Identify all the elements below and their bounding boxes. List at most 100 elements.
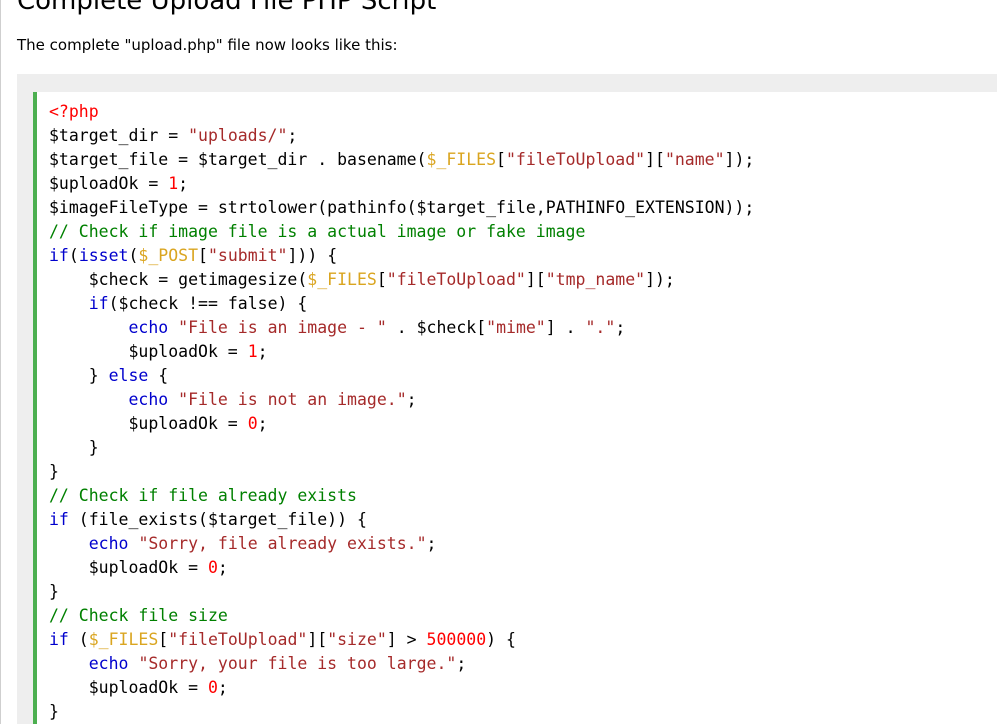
code-token-code-text: ( [68,630,89,649]
code-token-string-literal: "File is not an image." [178,390,407,409]
intro-text: The complete "upload.php" file now looks… [17,36,398,54]
code-token-code-text [49,534,89,553]
code-token-string-literal: "fileToUpload" [168,630,308,649]
code-token-string-literal: "." [585,318,616,337]
code-token-code-text [168,318,178,337]
code-line: $uploadOk = 0; [49,676,754,700]
code-token-code-text: $target_dir = [49,126,189,145]
code-token-code-text [49,294,89,313]
code-token-code-text: [ [496,150,506,169]
code-token-number-literal: 0 [247,414,258,433]
code-token-comment: // Check file size [49,606,228,625]
code-line: echo "Sorry, your file is too large."; [49,652,754,676]
code-line: $uploadOk = 0; [49,556,754,580]
code-token-comment: // Check if file already exists [49,486,357,505]
code-line: echo "File is an image - " . $check["mim… [49,316,754,340]
code-line: if (file_exists($target_file)) { [49,508,754,532]
code-token-keyword: echo [88,534,129,553]
code-token-code-text: ; [217,558,228,577]
code-line: if($check !== false) { [49,292,754,316]
code-line: $imageFileType = strtolower(pathinfo($ta… [49,196,754,220]
code-token-superglobal: $_POST [138,246,199,265]
code-token-code-text: ; [178,174,189,193]
code-token-code-text: ] . [545,318,586,337]
code-token-code-text: ]); [724,150,755,169]
code-block: <?php $target_dir = "uploads/"; $target_fi… [33,92,997,724]
page: Complete Upload File PHP Script The comp… [0,0,997,724]
code-token-code-text: $uploadOk = [49,558,208,577]
code-token-string-literal: "Sorry, your file is too large." [138,654,457,673]
code-token-code-text: ; [406,390,417,409]
code-token-keyword: if [49,510,69,529]
code-token-number-literal: 0 [207,558,218,577]
code-token-keyword: if [49,630,69,649]
code-token-code-text: [ [158,630,169,649]
code-token-code-text: ; [615,318,626,337]
code-token-code-text: ; [257,342,268,361]
code-token-keyword: echo [128,390,169,409]
code-token-superglobal: $_FILES [426,150,497,169]
code-line: <?php [49,100,754,124]
code-line: $target_file = $target_dir . basename($_… [49,148,754,172]
code-token-code-text [49,390,128,409]
code-token-code-text [168,390,178,409]
code-token-string-literal: "fileToUpload" [505,150,646,169]
code-token-code-text: ] > [386,630,427,649]
code-listing: <?php $target_dir = "uploads/"; $target_fi… [49,100,754,724]
code-token-keyword: else [108,366,149,385]
code-token-string-literal: "mime" [486,318,546,337]
code-token-code-text: (file_exists($target_file)) { [68,510,367,529]
code-token-code-text: $imageFileType = strtolower(pathinfo($ta… [49,198,755,217]
code-token-code-text [49,318,128,337]
code-token-code-text: $uploadOk = [49,678,208,697]
code-token-code-text: } [49,366,109,385]
code-token-code-text: . $check[ [386,318,487,337]
code-token-code-text: ][ [645,150,665,169]
code-line: } [49,580,754,604]
code-token-code-text [49,654,89,673]
code-token-code-text: ( [68,246,79,265]
code-token-number-literal: 1 [168,174,179,193]
code-token-string-literal: "fileToUpload" [386,270,526,289]
code-token-code-text: ; [287,126,298,145]
code-token-code-text [129,654,139,673]
code-token-string-literal: "uploads/" [188,126,288,145]
left-border [0,0,1,724]
code-token-code-text: [ [376,270,387,289]
code-line: // Check if file already exists [49,484,754,508]
code-token-code-text: ][ [307,630,328,649]
code-token-string-literal: "submit" [207,246,288,265]
code-token-string-literal: "tmp_name" [545,270,646,289]
code-token-keyword: echo [88,654,129,673]
code-token-code-text: ; [257,414,268,433]
code-token-code-text: ($check !== false) { [108,294,308,313]
code-line: } [49,460,754,484]
code-token-code-text: ]); [645,270,675,289]
code-token-code-text: ) { [486,630,516,649]
code-token-code-text: ; [217,678,228,697]
code-token-code-text: $uploadOk = [49,414,248,433]
page-title: Complete Upload File PHP Script [17,0,437,16]
code-token-code-text: [ [198,246,208,265]
code-token-keyword: if [49,246,69,265]
code-token-code-text: ])) { [287,246,338,265]
code-token-code-text: $uploadOk = [49,342,248,361]
code-line: if ($_FILES["fileToUpload"]["size"] > 50… [49,628,754,652]
code-token-code-text: ( [128,246,139,265]
code-token-code-text: } [49,582,59,601]
code-token-keyword: echo [128,318,169,337]
code-token-code-text: } [49,462,59,481]
code-token-number-literal: 1 [247,342,258,361]
code-token-comment: // Check if image file is a actual image… [49,222,586,241]
code-token-string-literal: "size" [327,630,387,649]
code-line: if(isset($_POST["submit"])) { [49,244,754,268]
code-token-code-text: { [148,366,169,385]
code-token-superglobal: $_FILES [88,630,159,649]
code-token-string-literal: "name" [664,150,725,169]
code-line: // Check file size [49,604,754,628]
code-token-code-text [129,534,139,553]
code-line: } else { [49,364,754,388]
code-line: $uploadOk = 1; [49,340,754,364]
code-line: } [49,700,754,724]
code-example-panel: <?php $target_dir = "uploads/"; $target_fi… [17,74,997,724]
